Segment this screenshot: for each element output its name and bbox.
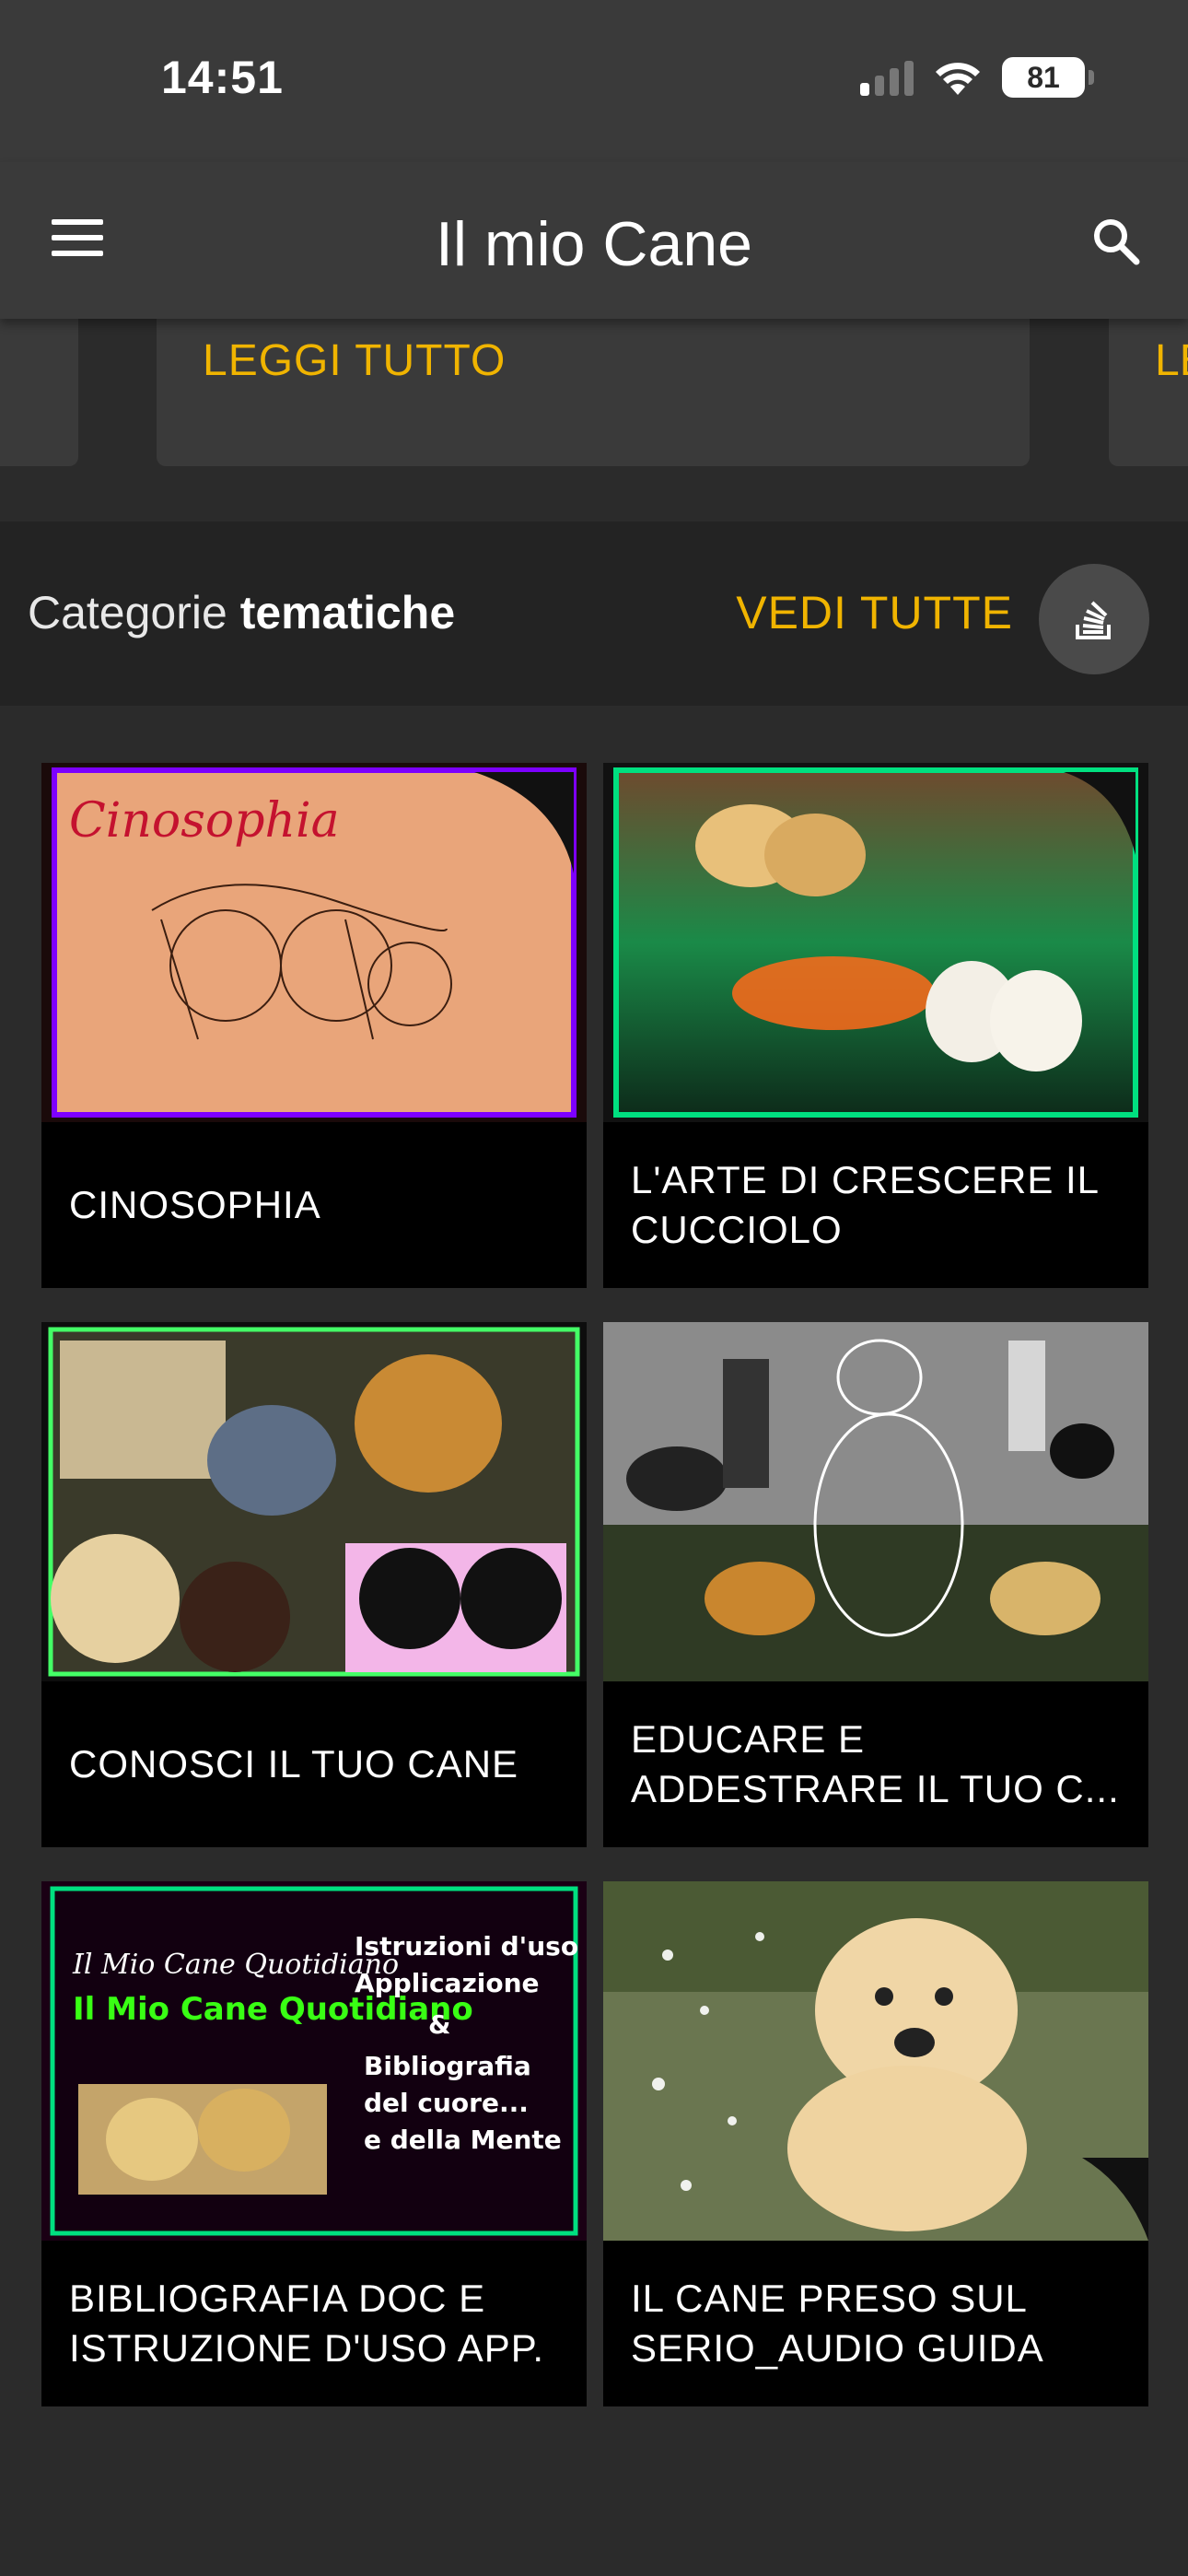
category-label: CINOSOPHIA: [69, 1183, 321, 1226]
category-label: IL CANE PRESO SUL SERIO_AUDIO GUIDA: [631, 2277, 1044, 2370]
category-label: EDUCARE E ADDESTRARE IL TUO C...: [631, 1717, 1120, 1810]
category-thumbnail: [41, 1322, 587, 1681]
category-tile-cinosophia[interactable]: Cinosophia CINOSOPHIA: [41, 763, 587, 1288]
svg-text:&: &: [428, 2009, 450, 2040]
category-tile-bibliografia[interactable]: Il Mio Cane Quotidiano Il Mio Cane Quoti…: [41, 1881, 587, 2406]
see-all-button[interactable]: VEDI TUTTE: [736, 586, 1013, 639]
category-tile-educare[interactable]: EDUCARE E ADDESTRARE IL TUO C...: [603, 1322, 1148, 1847]
thumb-title-left: Il Mio Cane Quotidiano: [72, 1949, 399, 1981]
category-thumbnail: [603, 1881, 1148, 2241]
category-tile-audio-guida[interactable]: IL CANE PRESO SUL SERIO_AUDIO GUIDA: [603, 1881, 1148, 2406]
category-tile-conosci[interactable]: CONOSCI IL TUO CANE: [41, 1322, 587, 1847]
battery-icon: 81: [1002, 57, 1094, 98]
read-more-link-peek[interactable]: LE: [1155, 335, 1188, 386]
section-title: Categorie tematiche: [28, 586, 455, 639]
app-title: Il mio Cane: [436, 209, 752, 279]
carousel-card-prev[interactable]: [0, 319, 78, 466]
cellular-signal-icon: [860, 59, 914, 96]
section-title-light: Categorie: [28, 587, 227, 638]
svg-text:del cuore...: del cuore...: [364, 2088, 529, 2118]
category-label: BIBLIOGRAFIA DOC E ISTRUZIONE D'USO APP.: [69, 2277, 545, 2370]
svg-text:Istruzioni d'uso: Istruzioni d'uso: [355, 1931, 578, 1961]
status-icons: 81: [860, 57, 1094, 98]
category-label: CONOSCI IL TUO CANE: [69, 1742, 519, 1786]
carousel-card-current[interactable]: LEGGI TUTTO: [157, 319, 1030, 466]
news-carousel[interactable]: LEGGI TUTTO LE: [0, 319, 1188, 521]
wifi-icon: [936, 63, 980, 95]
svg-text:Bibliografia: Bibliografia: [364, 2051, 531, 2081]
app-bar: Il mio Cane: [0, 162, 1188, 319]
search-icon[interactable]: [1089, 214, 1144, 269]
category-thumbnail: Cinosophia: [41, 763, 587, 1122]
category-thumbnail: Il Mio Cane Quotidiano Il Mio Cane Quoti…: [41, 1881, 587, 2241]
read-more-link[interactable]: LEGGI TUTTO: [203, 335, 506, 386]
svg-text:Applicazione: Applicazione: [355, 1968, 540, 1998]
status-time: 14:51: [161, 52, 284, 103]
svg-text:e della Mente: e della Mente: [364, 2125, 562, 2155]
section-title-bold: tematiche: [239, 587, 456, 638]
carousel-card-next[interactable]: LE: [1109, 319, 1188, 466]
status-bar: 14:51 81: [0, 0, 1188, 162]
category-label: L'ARTE DI CRESCERE IL CUCCIOLO: [631, 1158, 1099, 1251]
categories-header: Categorie tematiche VEDI TUTTE: [0, 521, 1188, 706]
category-tile-cucciolo[interactable]: L'ARTE DI CRESCERE IL CUCCIOLO: [603, 763, 1148, 1288]
thumb-title: Cinosophia: [69, 793, 340, 849]
category-thumbnail: [603, 763, 1148, 1122]
stack-overflow-icon[interactable]: [1039, 564, 1149, 674]
category-thumbnail: [603, 1322, 1148, 1681]
